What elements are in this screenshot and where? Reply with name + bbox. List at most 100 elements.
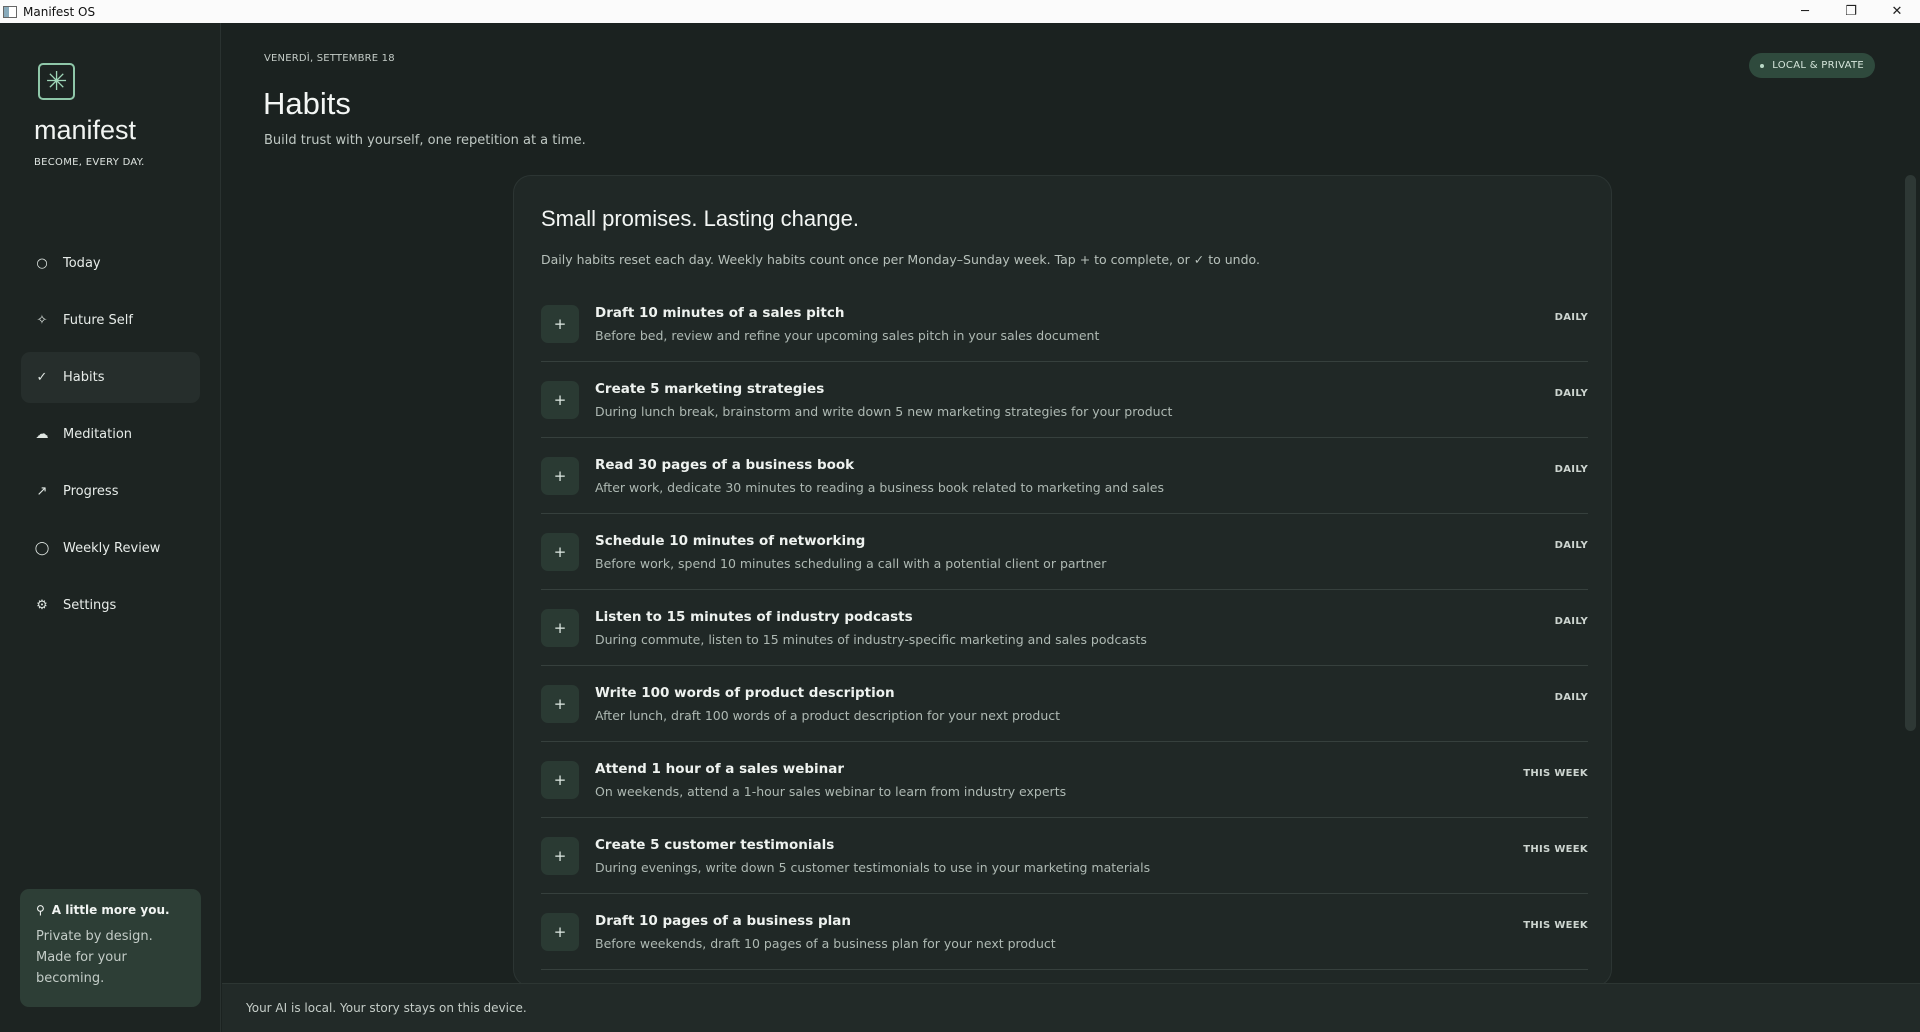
sidebar-item-label: Settings <box>63 598 117 613</box>
habit-title: Create 5 marketing strategies <box>595 380 825 397</box>
habit-row: + Create 5 customer testimonials During … <box>541 818 1588 894</box>
complete-habit-button[interactable]: + <box>541 380 579 419</box>
habit-frequency: THIS WEEK <box>1523 768 1588 779</box>
footer-bar: Your AI is local. Your story stays on th… <box>222 983 1920 1032</box>
habit-frequency: DAILY <box>1554 312 1588 323</box>
brand-name: manifest <box>34 115 137 145</box>
sidebar-item-meditation[interactable]: ☁ Meditation <box>21 409 200 460</box>
complete-habit-button[interactable]: + <box>541 456 579 495</box>
habit-frequency: DAILY <box>1554 616 1588 627</box>
maximize-button[interactable]: ❐ <box>1828 0 1874 23</box>
trend-arrow-icon: ↗ <box>36 484 48 499</box>
habit-list: + Draft 10 minutes of a sales pitch Befo… <box>541 286 1588 970</box>
window-title: Manifest OS <box>23 4 96 19</box>
sidebar-item-progress[interactable]: ↗ Progress <box>21 466 200 517</box>
habit-title: Listen to 15 minutes of industry podcast… <box>595 608 913 625</box>
footer-text: Your AI is local. Your story stays on th… <box>246 1001 527 1015</box>
habit-title: Draft 10 minutes of a sales pitch <box>595 304 845 321</box>
window-controls: ─ ❐ ✕ <box>1782 0 1920 23</box>
habit-row: + Schedule 10 minutes of networking Befo… <box>541 514 1588 590</box>
badge-label: LOCAL & PRIVATE <box>1772 60 1864 71</box>
app-icon <box>3 5 17 18</box>
habit-description: After lunch, draft 100 words of a produc… <box>595 707 1061 723</box>
habit-title: Draft 10 pages of a business plan <box>595 912 851 929</box>
habit-title: Attend 1 hour of a sales webinar <box>595 760 845 777</box>
complete-habit-button[interactable]: + <box>541 760 579 799</box>
habit-text: Read 30 pages of a business book After w… <box>595 457 1164 495</box>
sidebar-item-today[interactable]: ○ Today <box>21 238 200 289</box>
card-description: Daily habits reset each day. Weekly habi… <box>541 252 1260 267</box>
habit-frequency: DAILY <box>1554 692 1588 703</box>
habit-row: + Read 30 pages of a business book After… <box>541 438 1588 514</box>
brand-tagline: BECOME, EVERY DAY. <box>34 157 145 168</box>
habits-card: Small promises. Lasting change. Daily ha… <box>513 175 1612 987</box>
gear-icon: ⚙ <box>36 598 48 613</box>
complete-habit-button[interactable]: + <box>541 684 579 723</box>
scrollbar-thumb[interactable] <box>1905 175 1916 731</box>
complete-habit-button[interactable]: + <box>541 608 579 647</box>
habit-text: Attend 1 hour of a sales webinar On week… <box>595 761 1066 799</box>
figure-icon: ⚲ <box>36 903 45 917</box>
promo-title: A little more you. <box>51 903 170 917</box>
complete-habit-button[interactable]: + <box>541 304 579 343</box>
page-subtitle: Build trust with yourself, one repetitio… <box>264 133 586 148</box>
habit-description: Before bed, review and refine your upcom… <box>595 327 1100 343</box>
current-date: VENERDÌ, SETTEMBRE 18 <box>264 53 395 64</box>
habit-description: Before weekends, draft 10 pages of a bus… <box>595 935 1056 951</box>
habit-text: Schedule 10 minutes of networking Before… <box>595 533 1106 571</box>
complete-habit-button[interactable]: + <box>541 532 579 571</box>
habit-title: Read 30 pages of a business book <box>595 456 855 473</box>
habit-text: Draft 10 pages of a business plan Before… <box>595 913 1056 951</box>
habit-row: + Draft 10 pages of a business plan Befo… <box>541 894 1588 970</box>
sidebar-item-label: Meditation <box>63 427 133 442</box>
habit-description: Before work, spend 10 minutes scheduling… <box>595 555 1107 571</box>
cloud-icon: ☁ <box>35 427 49 442</box>
logo-icon: ✳ <box>38 63 75 100</box>
status-dot-icon <box>1760 63 1765 68</box>
habit-frequency: DAILY <box>1554 388 1588 399</box>
check-icon: ✓ <box>36 370 48 385</box>
habit-row: + Listen to 15 minutes of industry podca… <box>541 590 1588 666</box>
privacy-badge: LOCAL & PRIVATE <box>1749 53 1875 78</box>
sidebar-item-habits[interactable]: ✓ Habits <box>21 352 200 403</box>
habit-text: Draft 10 minutes of a sales pitch Before… <box>595 305 1099 343</box>
habit-description: After work, dedicate 30 minutes to readi… <box>595 479 1164 495</box>
circle-icon: ○ <box>36 256 48 271</box>
sidebar-item-label: Future Self <box>63 313 133 328</box>
habit-frequency: DAILY <box>1554 464 1588 475</box>
complete-habit-button[interactable]: + <box>541 912 579 951</box>
sidebar-nav: ○ Today ✧ Future Self ✓ Habits ☁ Meditat… <box>21 238 200 637</box>
habit-text: Write 100 words of product description A… <box>595 685 1060 723</box>
sidebar: ✳ manifest BECOME, EVERY DAY. ○ Today ✧ … <box>0 23 221 1032</box>
promo-body: Private by design. Made for your becomin… <box>36 929 153 986</box>
habit-description: During commute, listen to 15 minutes of … <box>595 631 1147 647</box>
sidebar-item-future-self[interactable]: ✧ Future Self <box>21 295 200 346</box>
sidebar-item-label: Progress <box>63 484 119 499</box>
page-title: Habits <box>263 86 351 121</box>
sidebar-item-label: Habits <box>63 370 105 385</box>
habit-description: During lunch break, brainstorm and write… <box>595 403 1173 419</box>
habit-row: + Draft 10 minutes of a sales pitch Befo… <box>541 286 1588 362</box>
sidebar-item-settings[interactable]: ⚙ Settings <box>21 580 200 631</box>
habit-row: + Attend 1 hour of a sales webinar On we… <box>541 742 1588 818</box>
minimize-button[interactable]: ─ <box>1782 0 1828 23</box>
habit-row: + Write 100 words of product description… <box>541 666 1588 742</box>
sidebar-item-label: Weekly Review <box>63 541 161 556</box>
close-button[interactable]: ✕ <box>1874 0 1920 23</box>
habit-title: Schedule 10 minutes of networking <box>595 532 866 549</box>
habit-text: Listen to 15 minutes of industry podcast… <box>595 609 1147 647</box>
habit-frequency: DAILY <box>1554 540 1588 551</box>
habit-title: Write 100 words of product description <box>595 684 895 701</box>
window-titlebar: Manifest OS ─ ❐ ✕ <box>0 0 1920 23</box>
card-title: Small promises. Lasting change. <box>541 206 859 231</box>
habit-text: Create 5 customer testimonials During ev… <box>595 837 1150 875</box>
habit-description: During evenings, write down 5 customer t… <box>595 859 1151 875</box>
complete-habit-button[interactable]: + <box>541 836 579 875</box>
ring-icon: ◯ <box>34 541 50 556</box>
sparkle-icon: ✧ <box>36 313 48 328</box>
sidebar-item-label: Today <box>63 256 101 271</box>
promo-card: ⚲ A little more you. Private by design. … <box>20 889 201 1007</box>
sidebar-item-weekly-review[interactable]: ◯ Weekly Review <box>21 523 200 574</box>
habit-description: On weekends, attend a 1-hour sales webin… <box>595 783 1067 799</box>
habit-frequency: THIS WEEK <box>1523 920 1588 931</box>
